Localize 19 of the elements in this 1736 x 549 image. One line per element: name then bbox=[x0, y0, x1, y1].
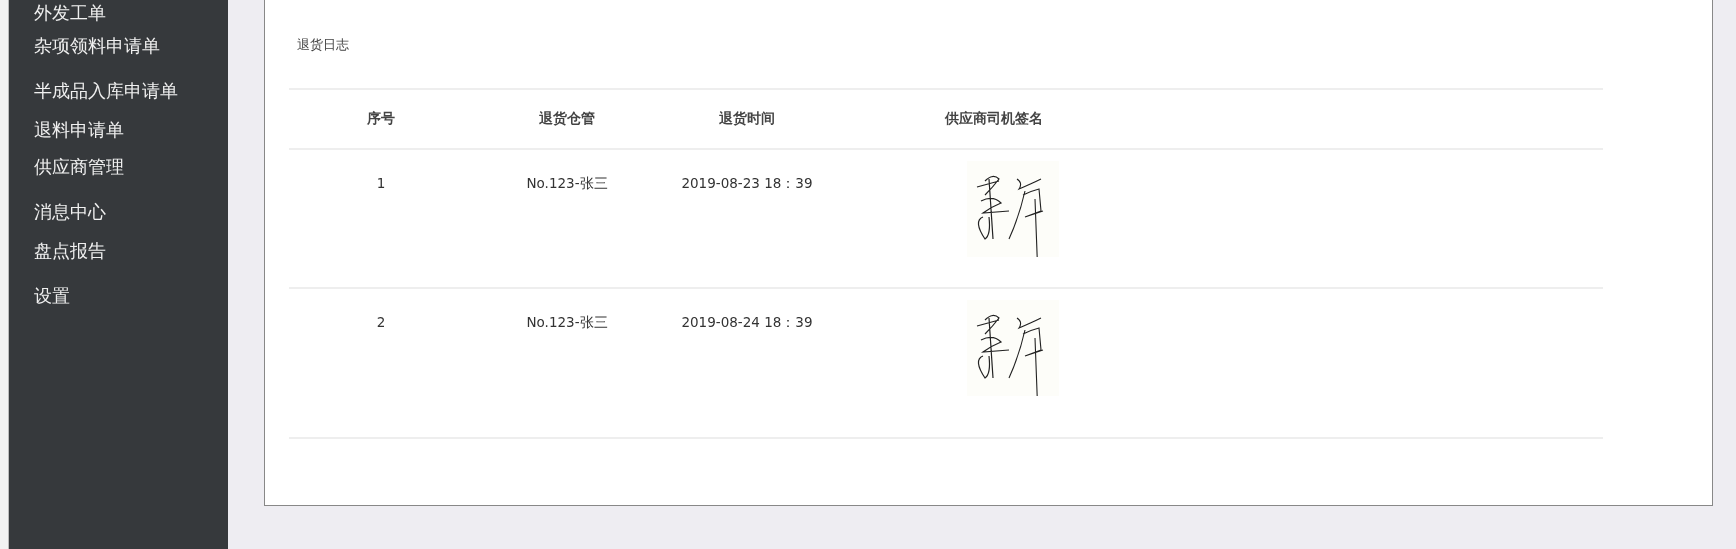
sidebar-item[interactable]: 杂项领料申请单 bbox=[34, 33, 160, 59]
sidebar-item[interactable]: 半成品入库申请单 bbox=[34, 78, 178, 104]
sidebar-item[interactable]: 供应商管理 bbox=[34, 154, 124, 180]
table-cell: 1 bbox=[376, 175, 386, 191]
table-cell: No.123-张三 bbox=[526, 314, 608, 332]
column-header: 退货仓管 bbox=[539, 110, 595, 128]
sidebar-item[interactable]: 退料申请单 bbox=[34, 117, 124, 143]
section-title: 退货日志 bbox=[297, 36, 349, 54]
column-header: 退货时间 bbox=[719, 110, 775, 128]
table-cell: 2019-08-24 18：39 bbox=[681, 314, 813, 332]
table-cell: 2019-08-23 18：39 bbox=[681, 175, 813, 193]
sidebar-item[interactable]: 盘点报告 bbox=[34, 238, 106, 264]
column-header: 序号 bbox=[367, 110, 395, 128]
column-header: 供应商司机签名 bbox=[945, 110, 1043, 128]
sidebar-item[interactable]: 消息中心 bbox=[34, 199, 106, 225]
table-cell: 2 bbox=[376, 314, 386, 330]
sidebar-item[interactable]: 设置 bbox=[34, 283, 70, 309]
table-cell: No.123-张三 bbox=[526, 175, 608, 193]
sidebar-item[interactable]: 外发工单 bbox=[34, 0, 106, 26]
